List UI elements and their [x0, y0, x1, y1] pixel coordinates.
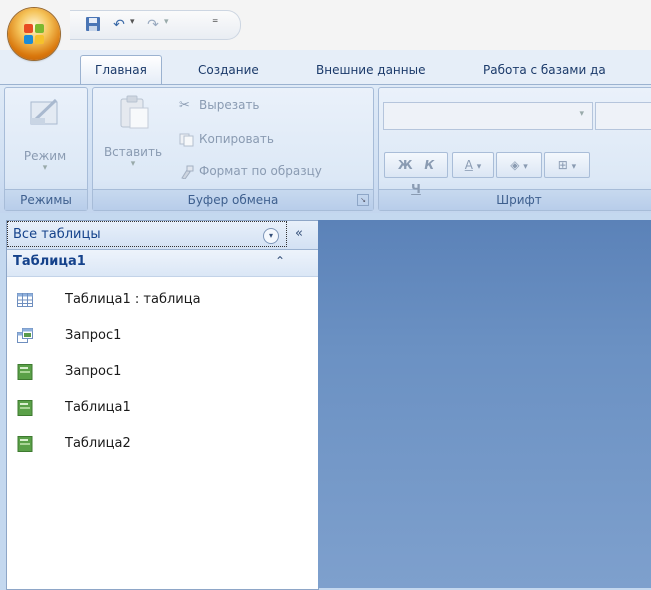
modes-group-label: Режимы [5, 189, 87, 210]
office-logo-icon [24, 24, 44, 44]
undo-dropdown-icon[interactable]: ▾ [130, 17, 135, 27]
font-color-icon: A [464, 158, 473, 172]
list-item-label: Таблица1 [65, 400, 131, 415]
underline-button[interactable]: Ч [411, 182, 421, 196]
copy-button[interactable]: Копировать [179, 132, 274, 147]
copy-icon [179, 133, 194, 146]
tab-create[interactable]: Создание [198, 56, 259, 84]
shutter-bar-collapse-icon[interactable]: « [295, 226, 303, 241]
bold-button[interactable]: Ж [398, 158, 413, 172]
save-icon[interactable] [84, 16, 102, 34]
mode-button[interactable]: Режим ▾ [7, 94, 83, 173]
tab-external-data[interactable]: Внешние данные [316, 56, 425, 84]
format-painter-label: Формат по образцу [199, 164, 322, 178]
group-clipboard: Вставить ▾ ✂ Вырезать Копировать Формат п… [92, 87, 374, 211]
nav-dropdown-icon[interactable]: ▾ [263, 228, 279, 244]
clipboard-launcher-icon[interactable]: ↘ [357, 194, 369, 206]
font-name-combo[interactable]: ▾ [383, 102, 593, 130]
italic-button[interactable]: К [424, 158, 434, 172]
clipboard-group-label: Буфер обмена [93, 189, 373, 210]
paste-dropdown-icon: ▾ [130, 159, 136, 169]
list-item-label: Запрос1 [65, 364, 122, 379]
font-color-button[interactable]: A ▾ [452, 152, 494, 178]
nav-title[interactable]: Все таблицы [7, 221, 287, 247]
group-modes: Режим ▾ Режимы [4, 87, 88, 211]
list-item-label: Таблица1 : таблица [65, 292, 201, 307]
paste-label: Вставить [103, 145, 163, 159]
format-painter-icon [181, 165, 194, 179]
redo-icon[interactable]: ↷ [144, 16, 162, 34]
list-item-label: Таблица2 [65, 436, 131, 451]
fill-color-button[interactable]: ◈ ▾ [496, 152, 542, 178]
cut-button[interactable]: ✂ Вырезать [179, 98, 260, 113]
form-icon [17, 400, 33, 416]
ribbon: Режим ▾ Режимы Вставить ▾ ✂ Вырезать Копи… [0, 84, 651, 213]
ribbon-tabs: Главная Создание Внешние данные Работа с… [0, 50, 651, 85]
redo-dropdown-icon[interactable]: ▾ [164, 17, 169, 27]
font-color-dropdown-icon: ▾ [476, 162, 482, 172]
list-item-label: Запрос1 [65, 328, 122, 343]
collapse-group-icon[interactable]: ⌃ [275, 254, 285, 268]
gridlines-button[interactable]: ⊞ ▾ [544, 152, 590, 178]
query-icon [17, 328, 33, 343]
form-icon [17, 364, 33, 380]
tab-database-tools[interactable]: Работа с базами да [483, 56, 606, 84]
gridlines-icon: ⊞ [557, 158, 568, 172]
fill-bucket-icon: ◈ [510, 158, 520, 172]
title-bar: ↶ ▾ ↷ ▾ ₌ [0, 0, 651, 60]
undo-icon[interactable]: ↶ [110, 16, 128, 34]
nav-header: Все таблицы ▾ « [7, 221, 318, 250]
nav-group-title: Таблица1 [13, 254, 86, 269]
fill-color-dropdown-icon: ▾ [523, 162, 528, 172]
form-icon [17, 436, 33, 452]
customize-qat-icon[interactable]: ₌ [212, 12, 218, 26]
paste-icon [120, 95, 149, 129]
cut-label: Вырезать [199, 98, 260, 112]
scissors-icon: ✂ [179, 97, 190, 113]
font-name-dropdown-icon: ▾ [579, 109, 584, 119]
bold-italic-underline: Ж К Ч [384, 152, 448, 196]
mode-dropdown-icon: ▾ [42, 163, 48, 173]
office-button[interactable] [8, 8, 60, 60]
format-painter-button[interactable]: Формат по образцу [179, 164, 322, 179]
nav-group-header[interactable]: Таблица1 ⌃ [7, 250, 318, 277]
paste-button[interactable]: Вставить ▾ [99, 94, 167, 169]
table-icon [17, 293, 33, 307]
font-size-combo[interactable] [595, 102, 651, 130]
tab-home[interactable]: Главная [80, 55, 162, 85]
gridlines-dropdown-icon: ▾ [571, 162, 577, 172]
mode-label: Режим [23, 149, 67, 163]
navigation-pane: Все таблицы ▾ « Таблица1 ⌃ Таблица1 : та… [6, 220, 319, 590]
copy-label: Копировать [199, 132, 274, 146]
workspace-area [318, 220, 651, 588]
view-mode-icon [30, 98, 58, 125]
